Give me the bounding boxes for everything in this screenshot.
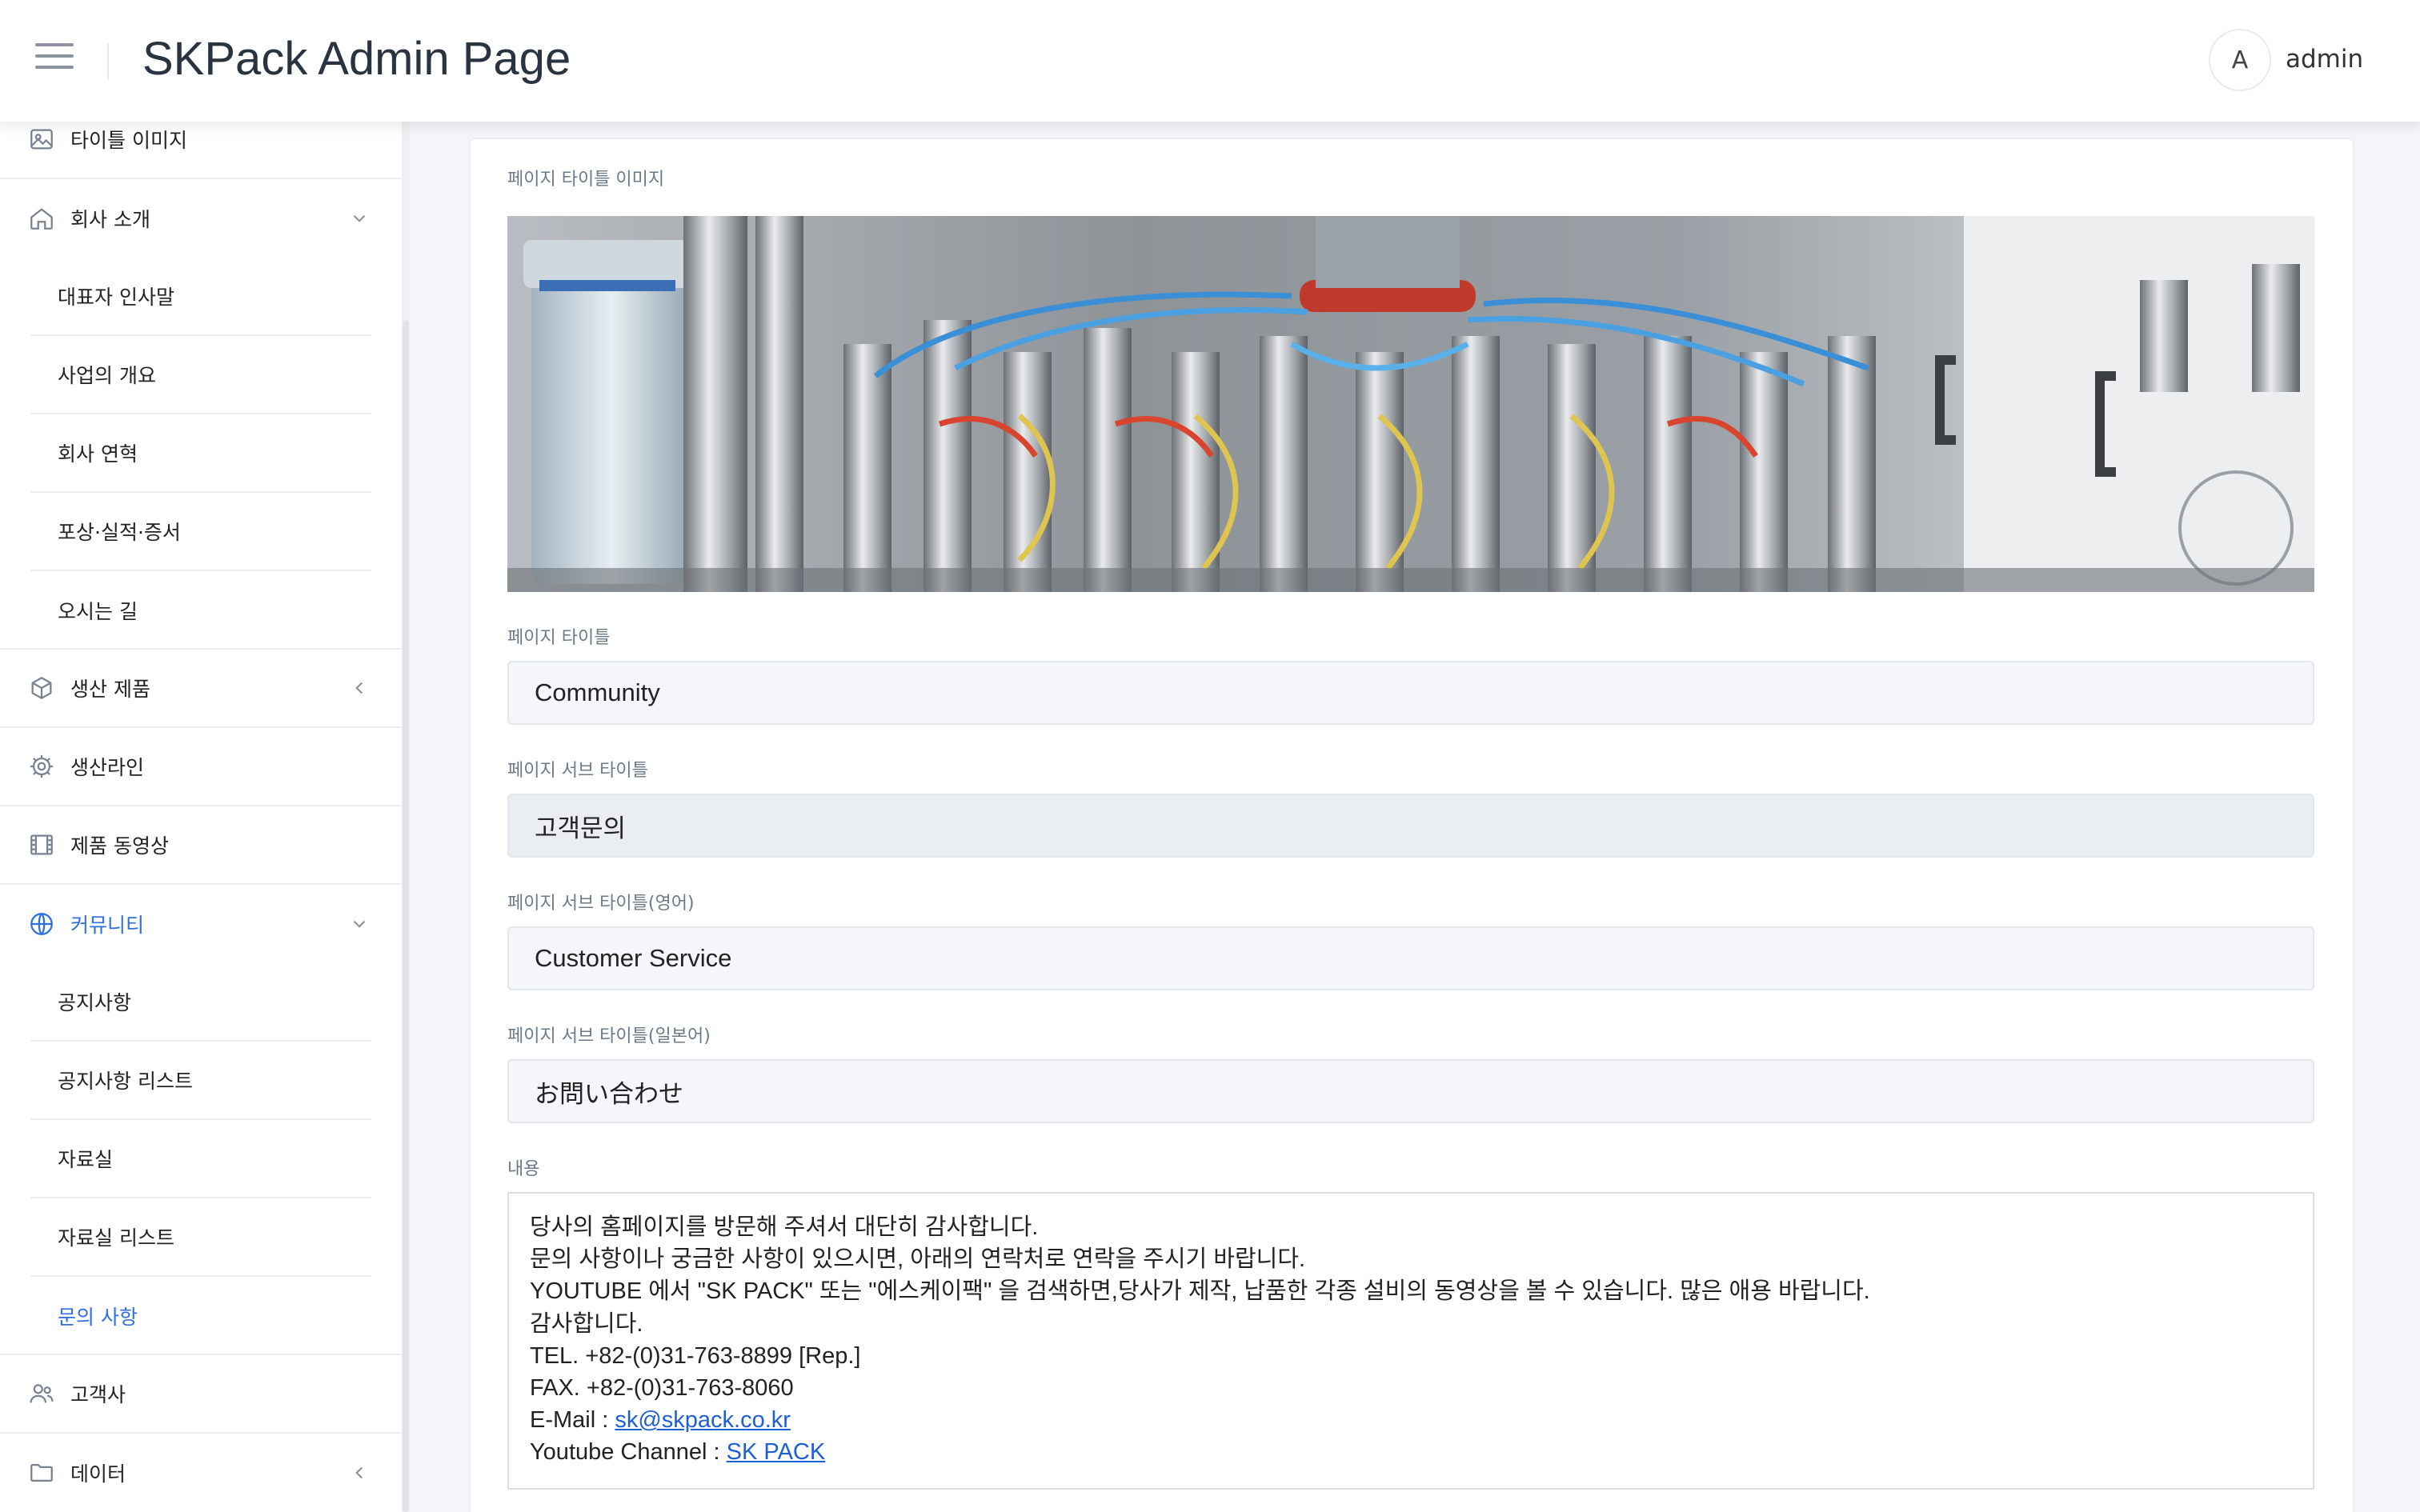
gear-icon: [26, 750, 58, 782]
chevron-left-icon: [349, 1462, 370, 1483]
sidebar-item-products[interactable]: 생산 제품: [0, 650, 402, 728]
youtube-prefix: Youtube Channel :: [530, 1439, 727, 1466]
sub-title-en-input[interactable]: Customer Service: [507, 926, 2314, 990]
content-line: 감사합니다.: [530, 1310, 643, 1337]
sub-title-ja-label: 페이지 서브 타이틀(일본어): [507, 1026, 711, 1046]
globe-icon: [26, 908, 58, 940]
content-label: 내용: [507, 1159, 540, 1179]
sidebar-item-data[interactable]: 데이터: [0, 1434, 402, 1512]
sidebar-subitem-awards[interactable]: 포상·실적·증서: [30, 493, 371, 571]
home-icon: [26, 202, 58, 234]
content-line: TEL. +82-(0)31-763-8899 [Rep.]: [530, 1342, 861, 1369]
content-editor[interactable]: 당사의 홈페이지를 방문해 주셔서 대단히 감사합니다. 문의 사항이나 궁금한…: [507, 1192, 2314, 1490]
content-line: FAX. +82-(0)31-763-8060: [530, 1375, 794, 1402]
sidebar-subitem-ceo-greeting[interactable]: 대표자 인사말: [30, 258, 371, 336]
sidebar: 타이틀 이미지 회사 소개 대표자 인사말 사업의 개요 회사 연혁 포상·실적…: [0, 122, 402, 1512]
top-header: SKPack Admin Page A admin: [0, 0, 2420, 122]
content-line: YOUTUBE 에서 "SK PACK" 또는 "에스케이팩" 을 검색하면,당…: [530, 1278, 1870, 1305]
folder-icon: [26, 1457, 58, 1489]
sidebar-subitem-inquiry[interactable]: 문의 사항: [30, 1277, 371, 1355]
email-link[interactable]: sk@skpack.co.kr: [615, 1407, 791, 1433]
hamburger-menu-icon[interactable]: [35, 43, 74, 75]
app-title: SKPack Admin Page: [142, 33, 571, 85]
sidebar-item-title-image[interactable]: 타이틀 이미지: [0, 122, 402, 179]
username[interactable]: admin: [2286, 45, 2363, 74]
page-title-input[interactable]: Community: [507, 661, 2314, 725]
sidebar-item-company[interactable]: 회사 소개: [0, 179, 402, 258]
chevron-left-icon: [349, 678, 370, 698]
sub-title-label: 페이지 서브 타이틀: [507, 761, 648, 781]
page-title-image[interactable]: [507, 216, 2314, 592]
sidebar-subitem-business-overview[interactable]: 사업의 개요: [30, 336, 371, 414]
content-line: 문의 사항이나 궁금한 사항이 있으시면, 아래의 연락처로 연락을 주시기 바…: [530, 1246, 1306, 1273]
content-line: E-Mail : sk@skpack.co.kr: [530, 1404, 2292, 1436]
sub-title-ja-input[interactable]: お問い合わせ: [507, 1059, 2314, 1123]
email-prefix: E-Mail :: [530, 1407, 615, 1434]
sidebar-subitem-archive[interactable]: 자료실: [30, 1120, 371, 1198]
sidebar-subitem-notice-list[interactable]: 공지사항 리스트: [30, 1042, 371, 1120]
sidebar-item-community[interactable]: 커뮤니티: [0, 885, 402, 963]
avatar[interactable]: A: [2209, 29, 2271, 91]
sidebar-item-production-line[interactable]: 생산라인: [0, 728, 402, 806]
sidebar-subitem-notices[interactable]: 공지사항: [30, 963, 371, 1042]
title-image-label: 페이지 타이틀 이미지: [507, 170, 665, 190]
header-divider: [107, 43, 109, 80]
chevron-down-icon: [349, 914, 370, 934]
image-icon: [26, 123, 58, 155]
sub-title-en-label: 페이지 서브 타이틀(영어): [507, 894, 695, 914]
page-title-label: 페이지 타이틀: [507, 628, 611, 648]
film-icon: [26, 829, 58, 861]
content-line: Youtube Channel : SK PACK: [530, 1436, 2292, 1468]
chevron-down-icon: [349, 208, 370, 229]
sub-title-input[interactable]: 고객문의: [507, 794, 2314, 858]
users-icon: [26, 1378, 58, 1410]
sidebar-item-product-videos[interactable]: 제품 동영상: [0, 806, 402, 885]
sidebar-item-clients[interactable]: 고객사: [0, 1355, 402, 1434]
content-line: 당사의 홈페이지를 방문해 주셔서 대단히 감사합니다.: [530, 1214, 1039, 1240]
sidebar-scrollbar-thumb[interactable]: [403, 320, 409, 1512]
sidebar-subitem-archive-list[interactable]: 자료실 리스트: [30, 1198, 371, 1277]
youtube-link[interactable]: SK PACK: [727, 1439, 826, 1465]
sidebar-subitem-directions[interactable]: 오시는 길: [30, 571, 371, 650]
cube-icon: [26, 672, 58, 704]
sidebar-subitem-history[interactable]: 회사 연혁: [30, 414, 371, 493]
